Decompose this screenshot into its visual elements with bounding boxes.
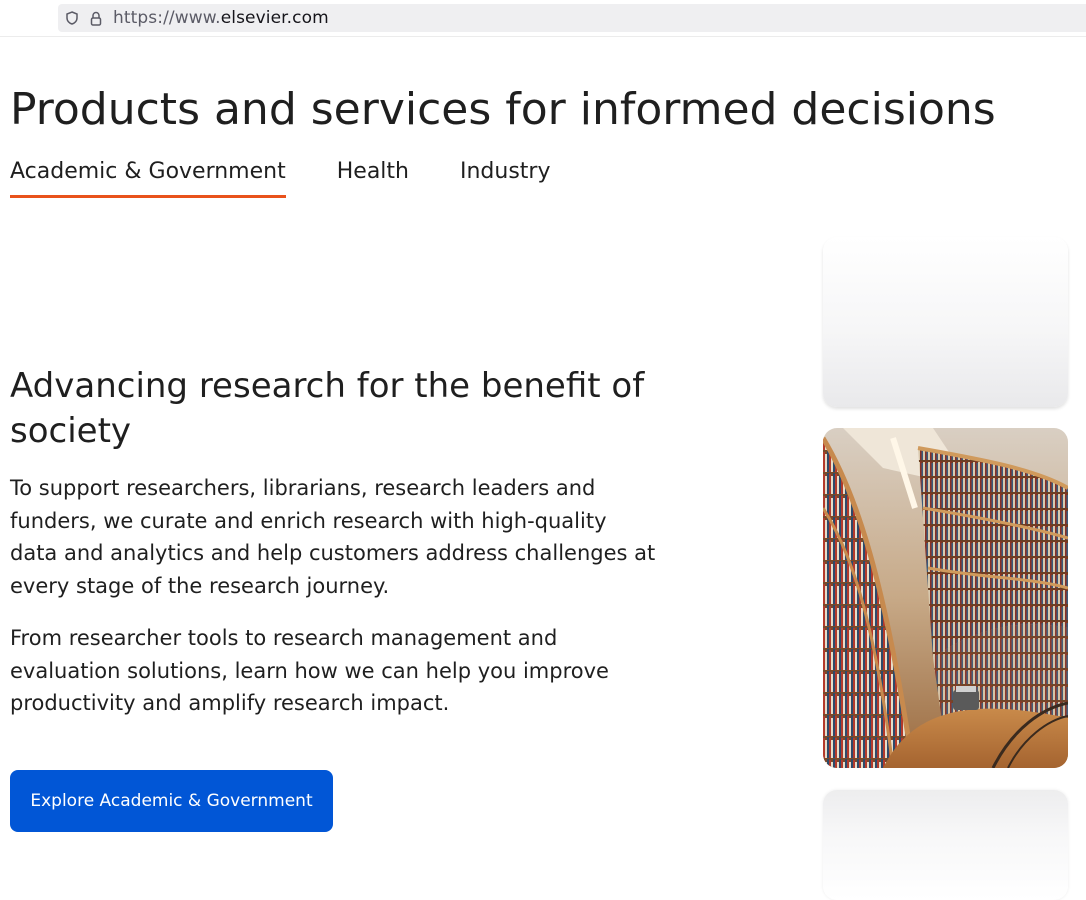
tab-industry[interactable]: Industry xyxy=(460,158,551,198)
url-text[interactable]: https://www.elsevier.com xyxy=(113,8,329,28)
shield-icon[interactable] xyxy=(65,10,79,26)
section-paragraph-2: From researcher tools to research manage… xyxy=(10,626,609,715)
url-domain: elsevier.com xyxy=(220,8,329,28)
image-card-top xyxy=(823,237,1068,407)
tab-academic-government[interactable]: Academic & Government xyxy=(10,158,286,198)
library-image xyxy=(823,428,1068,768)
url-prefix: https://www. xyxy=(113,8,221,28)
library-illustration xyxy=(823,428,1068,768)
lock-icon[interactable] xyxy=(89,10,103,26)
page-title: Products and services for informed decis… xyxy=(10,84,996,135)
toolbar-divider xyxy=(0,36,1086,37)
segment-tabs: Academic & Government Health Industry xyxy=(10,158,601,198)
image-card-bottom xyxy=(823,790,1068,900)
address-bar[interactable]: https://www.elsevier.com xyxy=(58,4,1086,32)
section-paragraph-1: To support researchers, librarians, rese… xyxy=(10,476,656,598)
section-heading: Advancing research for the benefit of so… xyxy=(10,366,645,451)
explore-academic-government-button[interactable]: Explore Academic & Government xyxy=(10,770,333,832)
tab-health[interactable]: Health xyxy=(337,158,409,198)
